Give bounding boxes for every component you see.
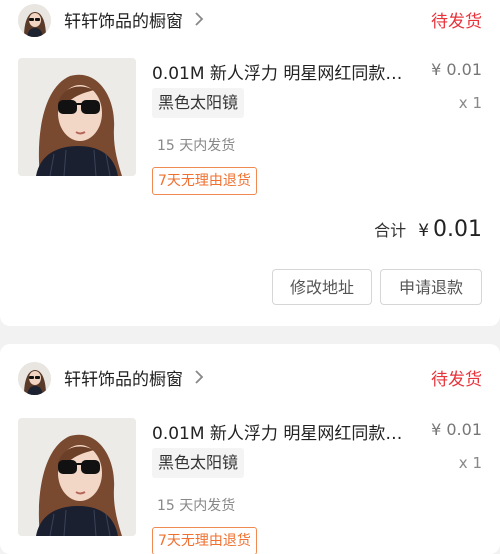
item-quantity: x 1 [458,454,482,472]
product-image[interactable] [18,58,136,176]
shop-name[interactable]: 轩轩饰品的橱窗 [64,7,183,32]
product-title[interactable]: 0.01M 新人浮力 明星网红同款太阳镜 [152,59,414,84]
shop-name[interactable]: 轩轩饰品的橱窗 [64,365,183,390]
total-amount: 0.01 [433,217,482,242]
ship-time: 15 天内发货 [157,498,236,514]
total-currency: ¥ [418,221,430,241]
order-card[interactable]: 轩轩饰品的橱窗 待发货 0.01M 新人浮力 明星网红同款太阳镜 ¥ 0.01 … [0,344,500,554]
chevron-right-icon[interactable] [192,10,206,28]
order-total: 合计 ¥ 0.01 [374,217,482,247]
order-status: 待发货 [431,370,482,390]
modify-address-button[interactable]: 修改地址 [272,269,372,305]
product-title[interactable]: 0.01M 新人浮力 明星网红同款太阳镜 [152,419,414,444]
chevron-right-icon[interactable] [192,368,206,386]
shop-header[interactable]: 轩轩饰品的橱窗 待发货 [0,358,500,398]
product-image[interactable] [18,418,136,536]
shop-header[interactable]: 轩轩饰品的橱窗 待发货 [0,0,500,40]
product-spec: 黑色太阳镜 [152,88,245,118]
order-card[interactable]: 轩轩饰品的橱窗 待发货 0.01M 新人浮力 明星网红同款太阳镜 ¥ 0.01 … [0,0,500,326]
request-refund-button[interactable]: 申请退款 [380,269,482,305]
shop-avatar[interactable] [18,362,51,395]
return-policy-badge: 7天无理由退货 [152,527,257,554]
ship-time: 15 天内发货 [157,138,236,154]
order-status: 待发货 [431,12,482,32]
item-quantity: x 1 [458,94,482,112]
total-label: 合计 [374,221,407,240]
product-spec: 黑色太阳镜 [152,448,245,478]
item-price: ¥ 0.01 [431,420,482,439]
shop-avatar[interactable] [18,4,51,37]
item-price: ¥ 0.01 [431,60,482,79]
return-policy-badge: 7天无理由退货 [152,167,257,195]
